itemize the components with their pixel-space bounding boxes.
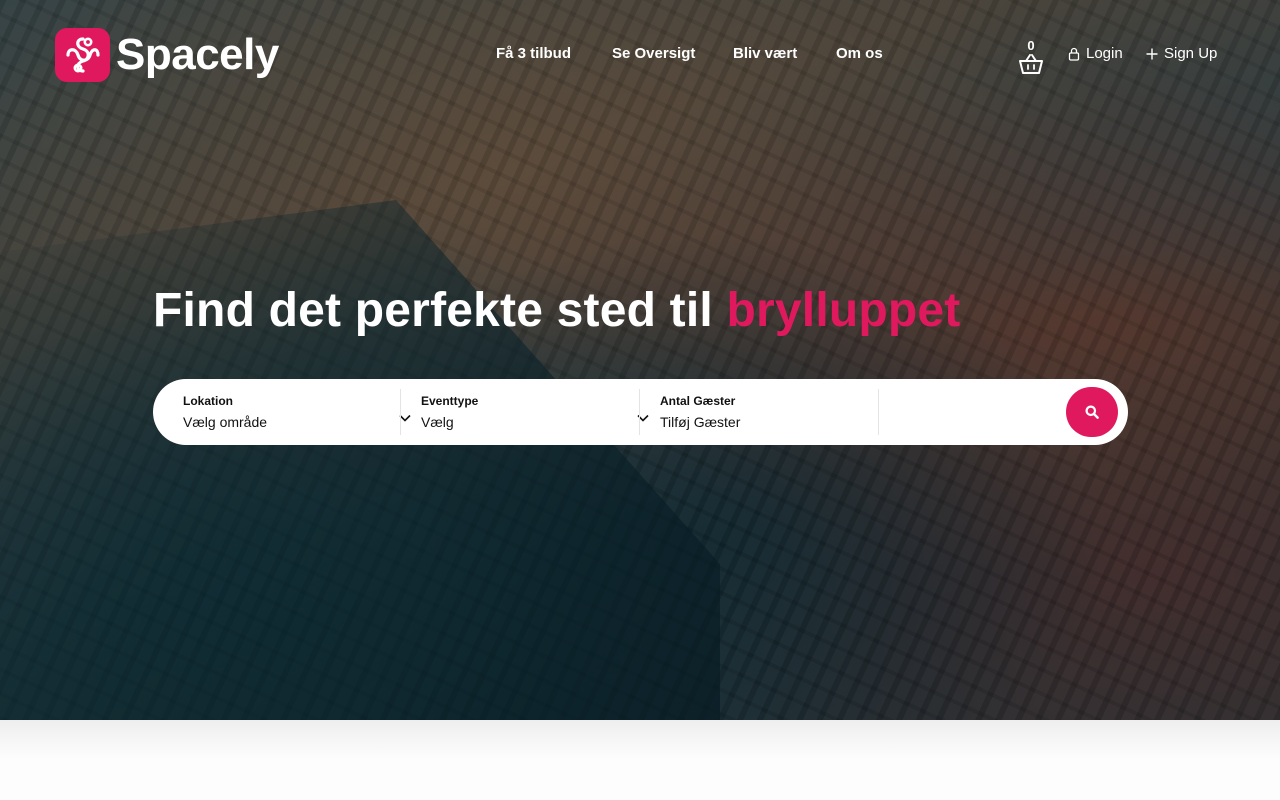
nav-item-about[interactable]: Om os bbox=[836, 45, 883, 62]
location-label: Lokation bbox=[183, 394, 233, 408]
lock-icon bbox=[1068, 47, 1080, 61]
nav-item-get-offers[interactable]: Få 3 tilbud bbox=[496, 45, 571, 62]
search-button[interactable] bbox=[1066, 387, 1118, 437]
location-value: Vælg område bbox=[183, 414, 268, 430]
field-divider bbox=[639, 389, 640, 435]
login-link[interactable]: Login bbox=[1068, 45, 1123, 62]
basket-count: 0 bbox=[1027, 38, 1035, 53]
hero-background bbox=[0, 0, 1280, 720]
guests-input[interactable] bbox=[660, 414, 860, 430]
field-divider bbox=[878, 389, 879, 435]
hero-overlay bbox=[0, 0, 1280, 720]
hero-headline: Find det perfekte sted til brylluppet bbox=[153, 283, 961, 338]
nav-item-become-host[interactable]: Bliv vært bbox=[733, 45, 797, 62]
signup-label: Sign Up bbox=[1164, 45, 1218, 62]
basket-icon bbox=[1019, 54, 1043, 74]
field-divider bbox=[400, 389, 401, 435]
location-select[interactable]: Lokation Vælg område bbox=[183, 379, 411, 445]
nav-item-overview[interactable]: Se Oversigt bbox=[612, 45, 695, 62]
event-type-value: Vælg bbox=[421, 414, 454, 430]
hero-bottom-shadow bbox=[0, 720, 1280, 800]
login-label: Login bbox=[1086, 45, 1123, 62]
search-icon bbox=[1085, 405, 1099, 419]
basket-button[interactable]: 0 bbox=[1016, 38, 1046, 78]
headline-accent: brylluppet bbox=[726, 284, 961, 337]
logo-text: Spacely bbox=[116, 30, 279, 79]
event-type-select[interactable]: Eventtype Vælg bbox=[421, 379, 649, 445]
signup-link[interactable]: Sign Up bbox=[1146, 45, 1217, 62]
plus-icon bbox=[1146, 48, 1158, 59]
site-header: Spacely Få 3 tilbud Se Oversigt Bliv vær… bbox=[0, 0, 1280, 100]
guests-label: Antal Gæster bbox=[660, 394, 736, 408]
headline-prefix: Find det perfekte sted til bbox=[153, 284, 727, 337]
logo-mark-icon bbox=[55, 28, 110, 82]
guests-field[interactable]: Antal Gæster bbox=[660, 379, 870, 445]
logo[interactable]: Spacely bbox=[55, 28, 279, 82]
event-type-label: Eventtype bbox=[421, 394, 479, 408]
search-bar: Lokation Vælg område Eventtype Vælg Anta… bbox=[153, 379, 1128, 445]
